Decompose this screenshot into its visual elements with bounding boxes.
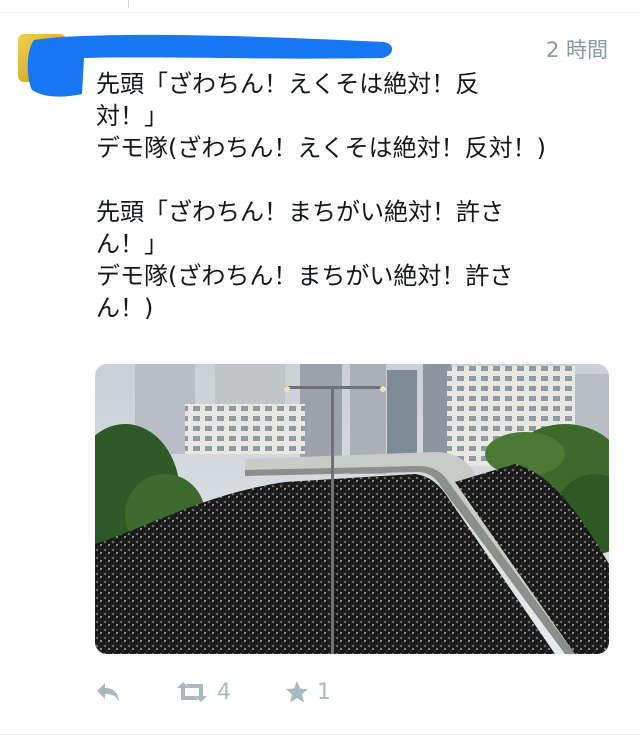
tweet-timestamp[interactable]: 2 時間 xyxy=(546,34,608,64)
bottom-divider xyxy=(0,734,640,735)
top-tick xyxy=(128,0,129,8)
favorite-button[interactable]: 1 xyxy=(285,676,331,708)
retweet-icon xyxy=(177,682,207,702)
tweet-card: 2 時間 先頭「ざわちん！えくそは絶対！反 対！」 デモ隊(ざわちん！えくそは絶… xyxy=(0,0,640,740)
protest-crowd-photo-icon xyxy=(95,364,609,654)
favorite-count: 1 xyxy=(317,679,331,705)
avatar[interactable] xyxy=(18,34,66,82)
reply-icon xyxy=(97,683,119,701)
top-divider xyxy=(0,12,640,13)
star-icon xyxy=(286,681,308,703)
reply-button[interactable] xyxy=(95,676,121,708)
tweet-media-photo[interactable] xyxy=(95,364,609,654)
tweet-text: 先頭「ざわちん！えくそは絶対！反 対！」 デモ隊(ざわちん！えくそは絶対！反対！… xyxy=(96,70,547,322)
retweet-count: 4 xyxy=(217,679,231,705)
tweet-actions: 4 1 xyxy=(95,676,495,708)
retweet-button[interactable]: 4 xyxy=(175,676,231,708)
